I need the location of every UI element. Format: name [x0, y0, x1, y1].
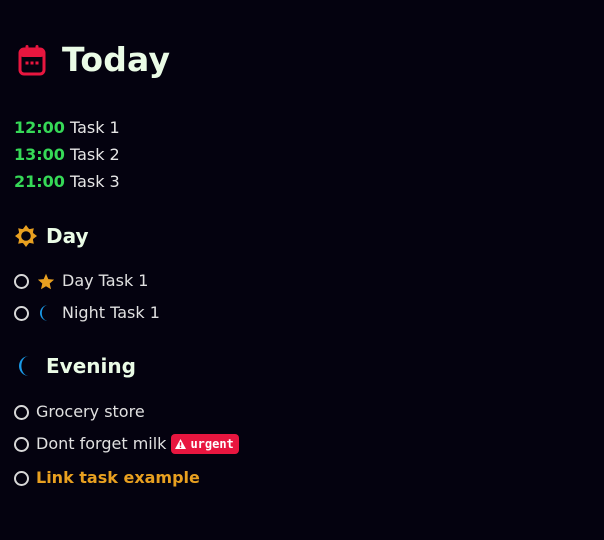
task-name: Task 3	[69, 172, 120, 191]
task-checkbox[interactable]	[14, 470, 29, 486]
task-link[interactable]: Link task example	[36, 467, 200, 489]
timed-task[interactable]: 13:00 Task 2	[14, 143, 120, 170]
task-time: 13:00	[14, 145, 65, 164]
task-item[interactable]: Day Task 1	[14, 270, 148, 292]
section-evening-header: Evening	[15, 352, 136, 380]
task-time: 21:00	[14, 172, 65, 191]
warning-icon	[175, 439, 187, 449]
timed-task-list: 12:00 Task 1 13:00 Task 2 21:00 Task 3	[14, 116, 120, 197]
star-icon	[37, 273, 55, 289]
task-label: Day Task 1	[62, 271, 149, 290]
timed-task[interactable]: 21:00 Task 3	[14, 170, 120, 197]
timed-task[interactable]: 12:00 Task 1	[14, 116, 120, 143]
task-item[interactable]: Link task example	[14, 467, 200, 489]
task-item[interactable]: Grocery store	[14, 401, 145, 423]
section-title: Evening	[46, 354, 136, 378]
page-title: Today	[62, 40, 171, 79]
task-time: 12:00	[14, 118, 65, 137]
task-label: Night Task 1	[62, 303, 160, 322]
badge-text: urgent	[190, 437, 234, 451]
task-checkbox[interactable]	[14, 436, 29, 452]
task-name: Task 1	[69, 118, 120, 137]
sun-icon	[15, 225, 37, 247]
calendar-icon	[18, 45, 46, 76]
section-title: Day	[46, 224, 89, 248]
urgent-badge: urgent	[171, 434, 239, 454]
task-item[interactable]: Dont forget milk urgent	[14, 433, 239, 455]
task-item[interactable]: Night Task 1	[14, 302, 160, 324]
task-checkbox[interactable]	[14, 404, 29, 420]
moon-icon	[40, 305, 48, 321]
task-label: Grocery store	[36, 402, 145, 421]
section-day-header: Day	[15, 222, 89, 250]
page-header: Today	[18, 40, 170, 80]
task-name: Task 2	[69, 145, 120, 164]
task-label: Dont forget milk	[36, 434, 167, 453]
task-checkbox[interactable]	[14, 305, 29, 321]
moon-icon	[19, 356, 29, 376]
task-checkbox[interactable]	[14, 273, 29, 289]
